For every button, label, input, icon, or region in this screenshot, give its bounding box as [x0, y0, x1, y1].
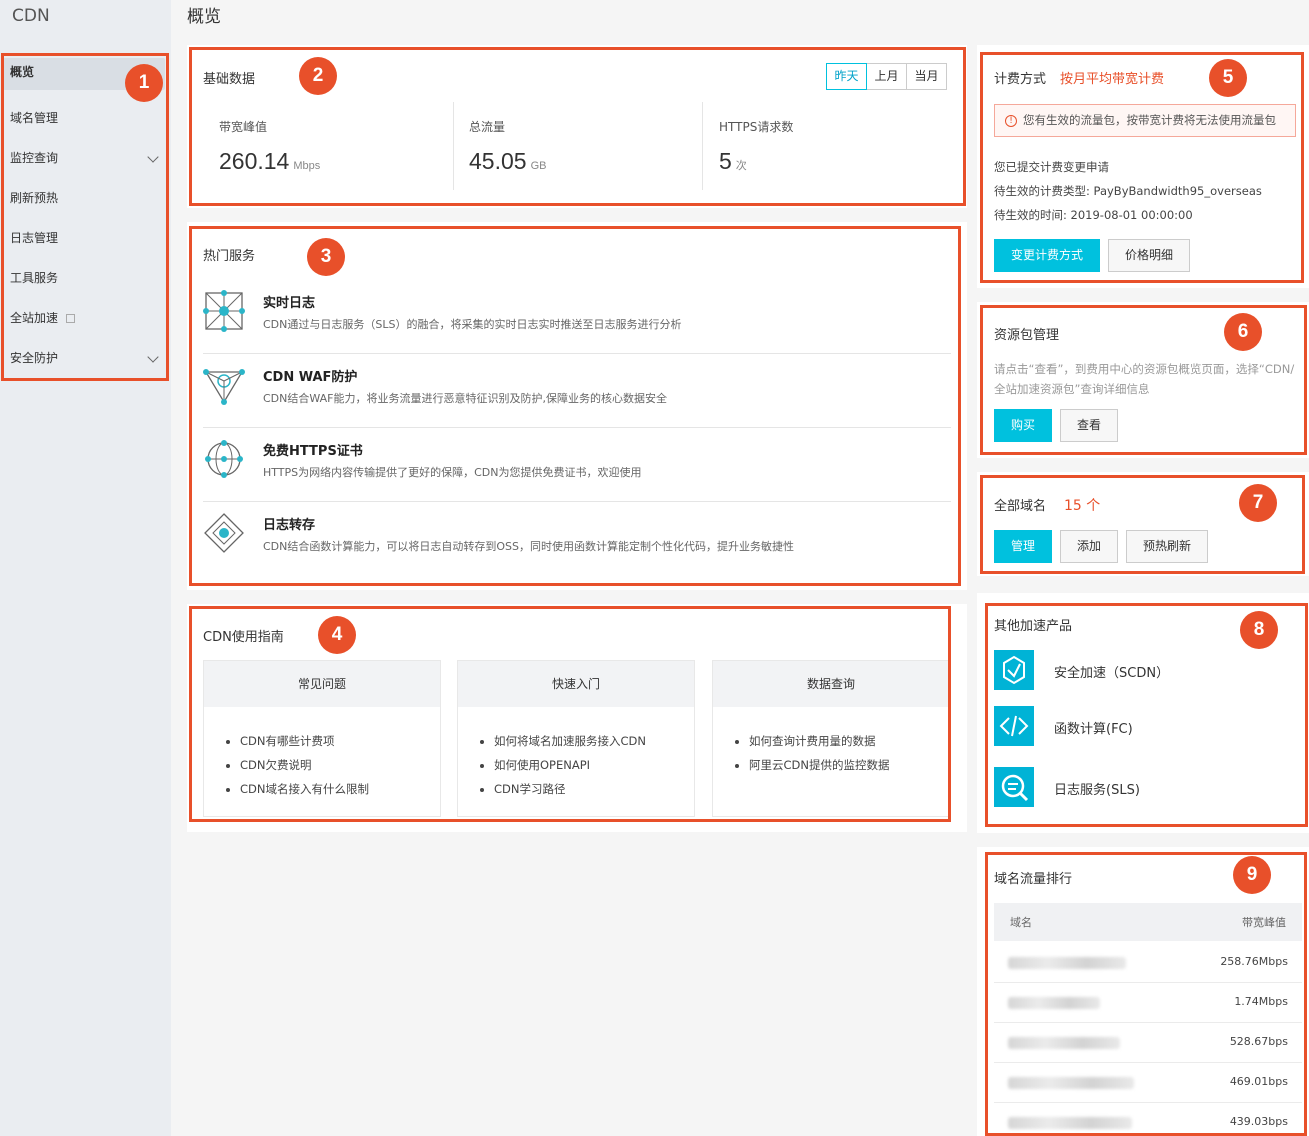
- callout-badge: 9: [1233, 856, 1271, 894]
- blurred-domain: [1008, 1117, 1132, 1129]
- basic-data-title: 基础数据: [203, 72, 256, 87]
- callout-badge: 5: [1209, 59, 1247, 97]
- divider: [453, 102, 454, 190]
- ranking-title: 域名流量排行: [994, 872, 1073, 887]
- product-scdn[interactable]: 安全加速（SCDN）: [994, 650, 1254, 694]
- blurred-domain: [1008, 957, 1126, 969]
- hot-services-title: 热门服务: [203, 249, 256, 264]
- billing-alert: ! 您有生效的流量包，按带宽计费将无法使用流量包: [994, 104, 1296, 137]
- domains-title: 全部域名 15 个: [994, 495, 1100, 515]
- ranking-table-header: 域名 带宽峰值: [994, 903, 1302, 941]
- stat-unit: GB: [530, 160, 547, 172]
- highlight-box: [1, 53, 169, 381]
- domains-label: 全部域名: [994, 499, 1047, 514]
- stat-label: HTTPS请求数: [719, 120, 794, 134]
- view-button[interactable]: 查看: [1060, 409, 1118, 442]
- service-description: CDN通过与日志服务（SLS）的融合，将采集的实时日志实时推送至日志服务进行分析: [263, 318, 682, 331]
- warning-icon: !: [1005, 114, 1017, 127]
- bandwidth-peak-value: 258.76Mbps: [1220, 955, 1288, 968]
- tab-this-month[interactable]: 当月: [906, 63, 947, 90]
- brand-title: CDN: [12, 6, 50, 26]
- bandwidth-peak-value: 1.74Mbps: [1234, 995, 1288, 1008]
- blurred-domain: [1008, 1037, 1120, 1049]
- stat-number: 260.14: [219, 148, 290, 174]
- billing-label: 计费方式: [994, 72, 1047, 87]
- product-label: 函数计算(FC): [1054, 722, 1133, 737]
- product-function-compute[interactable]: 函数计算(FC): [994, 706, 1254, 750]
- blurred-domain: [1008, 1077, 1134, 1089]
- page-title: 概览: [187, 7, 221, 27]
- service-name: 实时日志: [263, 296, 316, 311]
- column-header-peak: 带宽峰值: [1242, 916, 1286, 929]
- service-name: 免费HTTPS证书: [263, 444, 363, 459]
- network-node-icon: [203, 290, 245, 332]
- column-header-domain: 域名: [1010, 916, 1032, 929]
- product-label: 安全加速（SCDN）: [1054, 666, 1170, 681]
- manage-domains-button[interactable]: 管理: [994, 530, 1052, 563]
- log-service-icon: [994, 767, 1034, 807]
- stat-label: 带宽峰值: [219, 120, 268, 134]
- stat-value: 5次: [719, 148, 747, 175]
- callout-badge: 6: [1224, 313, 1262, 351]
- table-row[interactable]: 528.67bps: [994, 1023, 1302, 1063]
- stat-number: 5: [719, 148, 732, 174]
- add-domain-button[interactable]: 添加: [1060, 530, 1118, 563]
- service-item-waf[interactable]: CDN WAF防护 CDN结合WAF能力，将业务流量进行恶意特征识别及防护,保障…: [203, 354, 951, 428]
- table-row[interactable]: 469.01bps: [994, 1063, 1302, 1103]
- package-title: 资源包管理: [994, 328, 1060, 343]
- service-description: HTTPS为网络内容传输提供了更好的保障，CDN为您提供免费证书，欢迎使用: [263, 466, 642, 479]
- blurred-domain: [1008, 997, 1100, 1009]
- price-details-button[interactable]: 价格明细: [1108, 239, 1190, 272]
- service-description: CDN结合函数计算能力，可以将日志自动转存到OSS，同时使用函数计算能定制个性化…: [263, 540, 794, 553]
- billing-change-note: 您已提交计费变更申请: [994, 160, 1109, 174]
- buy-button[interactable]: 购买: [994, 409, 1052, 442]
- preheat-refresh-button[interactable]: 预热刷新: [1126, 530, 1208, 563]
- callout-badge: 3: [307, 238, 345, 276]
- service-description: CDN结合WAF能力，将业务流量进行恶意特征识别及防护,保障业务的核心数据安全: [263, 392, 668, 405]
- service-item-https[interactable]: 免费HTTPS证书 HTTPS为网络内容传输提供了更好的保障，CDN为您提供免费…: [203, 428, 951, 502]
- stat-label: 总流量: [469, 120, 506, 134]
- billing-title: 计费方式 按月平均带宽计费: [994, 68, 1164, 87]
- domains-count: 15 个: [1064, 498, 1101, 514]
- alert-text: 您有生效的流量包，按带宽计费将无法使用流量包: [1023, 113, 1276, 127]
- highlight-box: [189, 606, 951, 822]
- product-label: 日志服务(SLS): [1054, 783, 1140, 798]
- stat-number: 45.05: [469, 148, 527, 174]
- product-log-service[interactable]: 日志服务(SLS): [994, 767, 1254, 811]
- tab-yesterday[interactable]: 昨天: [826, 63, 867, 90]
- stat-value: 260.14 Mbps: [219, 148, 320, 175]
- package-description: 请点击“查看”，到费用中心的资源包概览页面，选择“CDN/: [994, 362, 1295, 376]
- https-globe-icon: [205, 440, 243, 478]
- callout-badge: 7: [1239, 484, 1277, 522]
- billing-mode: 按月平均带宽计费: [1060, 72, 1165, 87]
- table-row[interactable]: 258.76Mbps: [994, 943, 1302, 983]
- period-tabs: 昨天 上月 当月: [826, 63, 947, 90]
- divider: [702, 102, 703, 190]
- table-row[interactable]: 1.74Mbps: [994, 983, 1302, 1023]
- stat-value: 45.05 GB: [469, 148, 546, 175]
- callout-badge: 2: [299, 57, 337, 95]
- package-description-2: 全站加速资源包”查询详细信息: [994, 382, 1150, 396]
- callout-badge: 1: [125, 64, 163, 102]
- service-item-realtime-log[interactable]: 实时日志 CDN通过与日志服务（SLS）的融合，将采集的实时日志实时推送至日志服…: [203, 280, 951, 354]
- billing-pending-time: 待生效的时间: 2019-08-01 00:00:00: [994, 208, 1193, 222]
- waf-shield-icon: [203, 369, 245, 405]
- bandwidth-peak-value: 439.03bps: [1229, 1115, 1288, 1128]
- change-billing-button[interactable]: 变更计费方式: [994, 239, 1100, 272]
- callout-badge: 8: [1240, 611, 1278, 649]
- bandwidth-peak-value: 469.01bps: [1229, 1075, 1288, 1088]
- function-compute-icon: [994, 706, 1034, 746]
- stat-unit: 次: [735, 160, 747, 172]
- products-title: 其他加速产品: [994, 619, 1073, 634]
- service-name: CDN WAF防护: [263, 370, 358, 385]
- scdn-icon: [994, 650, 1034, 690]
- tab-last-month[interactable]: 上月: [866, 63, 907, 90]
- billing-pending-type: 待生效的计费类型: PayByBandwidth95_overseas: [994, 184, 1262, 198]
- stat-unit: Mbps: [293, 160, 321, 172]
- service-name: 日志转存: [263, 518, 316, 533]
- service-item-log-transfer[interactable]: 日志转存 CDN结合函数计算能力，可以将日志自动转存到OSS，同时使用函数计算能…: [203, 502, 951, 576]
- bandwidth-peak-value: 528.67bps: [1229, 1035, 1288, 1048]
- table-row[interactable]: 439.03bps: [994, 1103, 1302, 1136]
- log-transfer-icon: [204, 513, 244, 553]
